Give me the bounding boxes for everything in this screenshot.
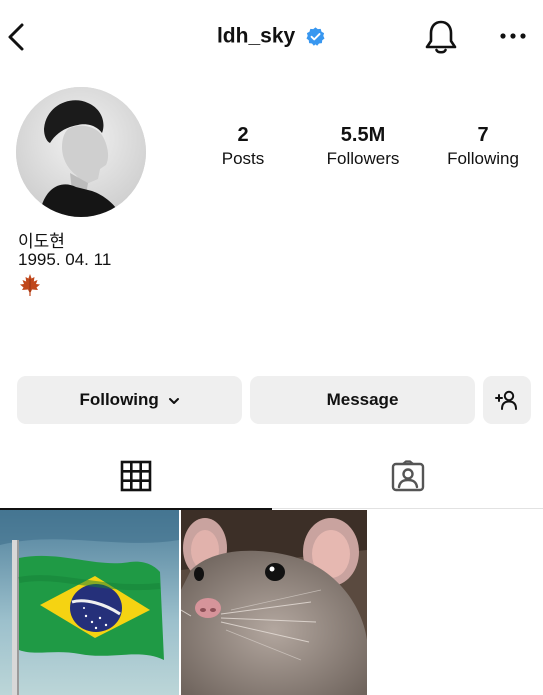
- posts-label: Posts: [221, 149, 265, 168]
- following-button-label: Following: [79, 390, 159, 409]
- following-count: 7: [477, 124, 489, 146]
- followers-stat[interactable]: 5.5M Followers: [303, 124, 423, 170]
- followers-count: 5.5M: [340, 124, 386, 146]
- posts-count: 2: [237, 124, 249, 146]
- posts-stat[interactable]: 2 Posts: [183, 124, 303, 170]
- rat-photo: [181, 510, 367, 695]
- top-bar: ldh_sky: [0, 0, 543, 76]
- chevron-down-icon: [168, 397, 179, 404]
- username: ldh_sky: [216, 24, 296, 48]
- tabs-divider: [272, 508, 543, 509]
- maple-leaf-icon: [20, 274, 40, 296]
- bell-icon[interactable]: [424, 18, 458, 56]
- followers-label: Followers: [326, 149, 400, 168]
- grid-icon: [120, 460, 152, 492]
- verified-badge-icon: [306, 27, 325, 46]
- add-user-icon: [495, 390, 517, 410]
- tab-tagged[interactable]: [272, 444, 543, 508]
- add-user-button[interactable]: [483, 376, 531, 424]
- following-stat[interactable]: 7 Following: [423, 124, 543, 170]
- avatar[interactable]: [16, 87, 146, 217]
- bio-date: 1995. 04. 11: [18, 250, 112, 269]
- more-horizontal-icon[interactable]: [499, 28, 527, 44]
- post-thumbnail[interactable]: [0, 510, 179, 695]
- tagged-icon: [391, 460, 424, 492]
- bio-name: 이도현: [18, 232, 65, 251]
- message-button[interactable]: Message: [250, 376, 475, 424]
- profile-title: ldh_sky: [0, 24, 543, 48]
- following-button[interactable]: Following: [17, 376, 242, 424]
- message-button-label: Message: [326, 390, 399, 409]
- brazil-flag-photo: [0, 510, 179, 695]
- profile-photo: [16, 87, 146, 217]
- post-thumbnail[interactable]: [181, 510, 367, 695]
- following-label: Following: [447, 149, 519, 168]
- tab-posts-grid[interactable]: [0, 444, 272, 510]
